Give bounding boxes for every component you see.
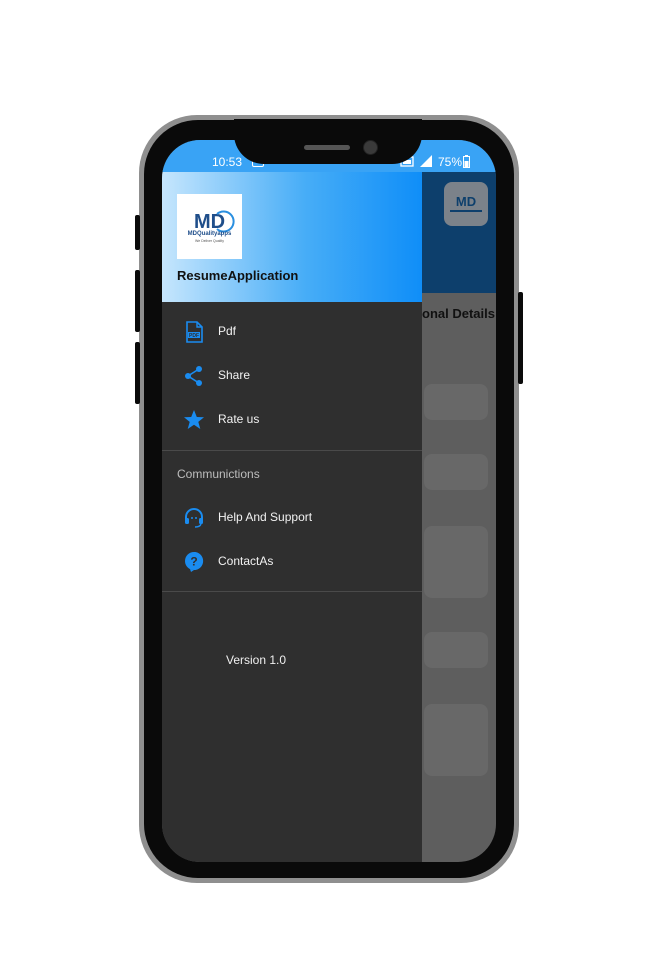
battery-icon <box>463 155 470 168</box>
menu-item-label: ContactAs <box>218 554 274 568</box>
menu-item-rate-us[interactable]: Rate us <box>162 400 422 440</box>
volume-down-button <box>135 342 140 404</box>
help-bubble-icon: ? <box>185 551 204 572</box>
front-camera <box>363 140 378 155</box>
form-field <box>424 526 488 598</box>
pdf-file-icon: PDF <box>186 321 203 343</box>
menu-item-pdf[interactable]: PDF Pdf <box>162 312 422 352</box>
menu-item-label: Rate us <box>218 412 260 426</box>
company-logo: MD MDQualityapps We Deliver Quality <box>177 194 242 259</box>
form-field <box>424 632 488 668</box>
phone-screen: 10:53 75% MD onal Details MD MDQualityap… <box>162 140 496 862</box>
volume-up-button <box>135 270 140 332</box>
earpiece-speaker <box>304 145 350 150</box>
divider <box>162 450 422 451</box>
share-icon <box>185 366 202 386</box>
signal-icon <box>420 155 432 167</box>
form-field <box>424 384 488 420</box>
menu-item-label: Share <box>218 368 251 382</box>
logo-tagline: We Deliver Quality <box>195 239 224 243</box>
app-version: Version 1.0 <box>226 653 287 667</box>
svg-text:MD: MD <box>456 194 476 209</box>
section-title: onal Details <box>422 306 495 321</box>
section-header-communications: Communictions <box>177 467 260 481</box>
support-headset-icon <box>185 508 203 528</box>
menu-item-share[interactable]: Share <box>162 356 422 396</box>
menu-item-label: Help And Support <box>218 510 313 524</box>
status-time: 10:53 <box>212 155 243 169</box>
form-field <box>424 454 488 490</box>
mdq-logo-icon: MD <box>194 210 235 233</box>
svg-text:MD: MD <box>194 211 225 233</box>
menu-item-contact[interactable]: ? ContactAs <box>162 542 422 582</box>
drawer-app-name: ResumeApplication <box>177 268 299 283</box>
form-field <box>424 704 488 776</box>
battery-percent: 75% <box>438 155 463 169</box>
power-button <box>518 292 523 384</box>
divider <box>162 591 422 592</box>
menu-item-help-and-support[interactable]: Help And Support <box>162 498 422 538</box>
star-icon <box>184 410 204 429</box>
drawer-header: MD MDQualityapps We Deliver Quality Resu… <box>162 172 422 302</box>
svg-text:PDF: PDF <box>189 333 199 339</box>
app-bar-logo[interactable]: MD <box>444 182 488 226</box>
mute-switch <box>135 215 140 250</box>
svg-text:?: ? <box>190 555 197 569</box>
menu-item-label: Pdf <box>218 324 237 338</box>
mdq-logo-icon: MD <box>450 194 482 212</box>
navigation-drawer: MD MDQualityapps We Deliver Quality Resu… <box>162 172 422 862</box>
phone-notch <box>234 119 422 164</box>
logo-text: MDQualityapps <box>187 231 232 237</box>
